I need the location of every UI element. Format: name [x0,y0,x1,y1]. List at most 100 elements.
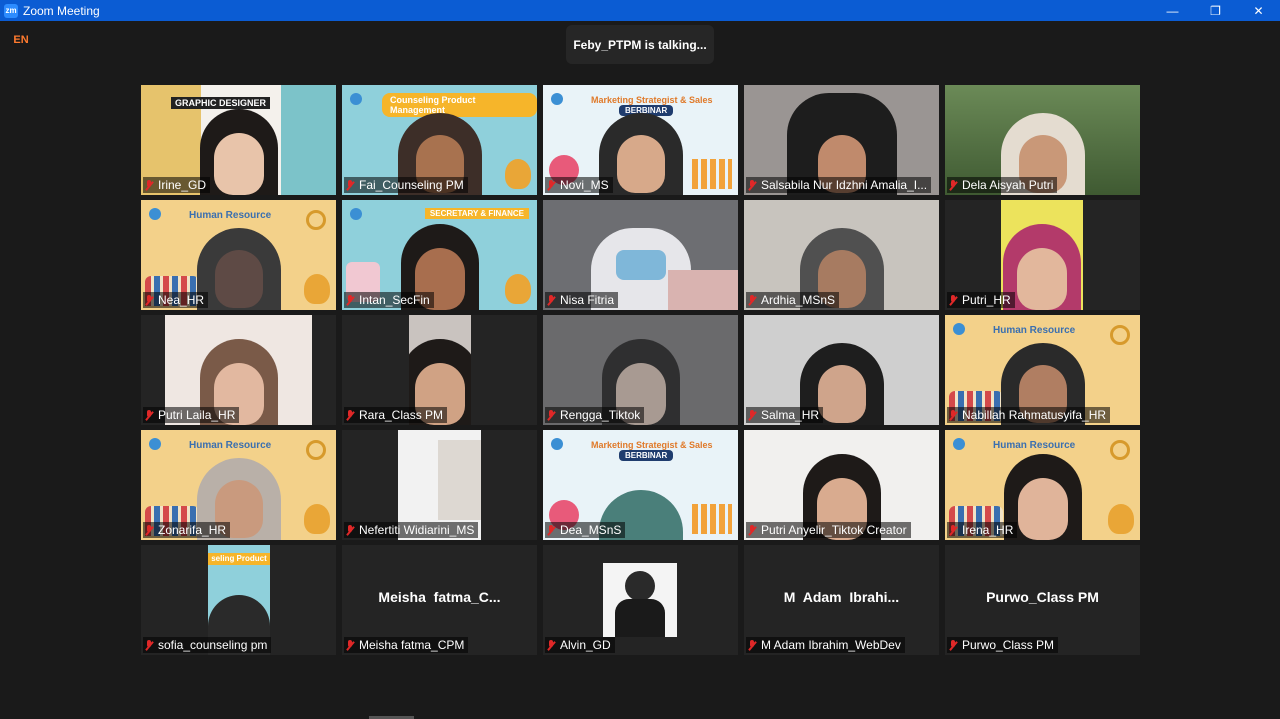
name-label: Ardhia_MSnS [746,292,840,308]
mic-muted-icon [145,409,153,421]
berbinar-logo-icon [953,438,965,450]
participant-name: Alvin_GD [560,638,611,652]
participant-tile[interactable]: Salsabila Nur Idzhni Amalia_I... [744,85,939,195]
mic-muted-icon [346,294,354,306]
name-label: Nea_HR [143,292,209,308]
berbinar-logo-icon [350,93,362,105]
mic-muted-icon [748,524,756,536]
name-label: Rengga_Tiktok [545,407,645,423]
participant-tile[interactable]: Alvin_GD [543,545,738,655]
participant-tile[interactable]: Human Resource Zonarifa_HR [141,430,336,540]
participant-name: Salma_HR [761,408,820,422]
participant-tile[interactable]: SECRETARY & FINANCE Intan_SecFin [342,200,537,310]
close-button[interactable]: ✕ [1237,0,1280,21]
participant-name: Putri_HR [962,293,1011,307]
participant-name: Irine_GD [158,178,207,192]
participant-tile[interactable]: Human Resource Nabillah Rahmatusyifa_HR [945,315,1140,425]
magnifier-icon [1110,325,1130,345]
participant-tile[interactable]: Rengga_Tiktok [543,315,738,425]
face-shape [214,250,263,308]
participant-tile[interactable]: Purwo_Class PM Purwo_Class PM [945,545,1140,655]
mic-muted-icon [346,639,354,651]
banner-text: Human Resource [993,440,1076,451]
participant-display-name: Purwo_Class PM [986,589,1099,605]
name-label: Rara_Class PM [344,407,448,423]
face-shape [1017,478,1068,540]
participant-name: Putri Anyelir_Tiktok Creator [761,523,907,537]
participant-tile[interactable]: Ardhia_MSnS [744,200,939,310]
lion-mascot-icon [505,159,531,189]
name-label: Alvin_GD [545,637,615,653]
participant-name: Ardhia_MSnS [761,293,836,307]
berbinar-logo-icon [953,323,965,335]
participant-tile[interactable]: Nisa Fitria [543,200,738,310]
name-label: Dela Aisyah Putri [947,177,1058,193]
face-shape [616,135,665,193]
mic-muted-icon [949,639,957,651]
name-label: M Adam Ibrahim_WebDev [746,637,905,653]
language-interpretation-button[interactable]: EN [10,31,32,49]
magnifier-icon [306,440,326,460]
participant-name: Novi_MS [560,178,609,192]
participant-name: Rengga_Tiktok [560,408,641,422]
participant-tile[interactable]: M Adam Ibrahi... M Adam Ibrahim_WebDev [744,545,939,655]
berbinar-logo-icon [350,208,362,220]
participant-tile[interactable]: Salma_HR [744,315,939,425]
participant-tile[interactable]: Marketing Strategist & Sales BERBINAR No… [543,85,738,195]
lion-mascot-icon [1108,504,1134,534]
participant-tile[interactable]: Marketing Strategist & Sales BERBINAR De… [543,430,738,540]
magnifier-icon [306,210,326,230]
mic-muted-icon [346,524,354,536]
participant-tile[interactable]: Putri_HR [945,200,1140,310]
active-speaker-indicator: Feby_PTPM is talking... [566,25,714,64]
participant-tile[interactable]: Nefertiti Widiarini_MS [342,430,537,540]
participant-tile[interactable]: Counseling Product Management Fai_Counse… [342,85,537,195]
participant-tile[interactable]: Rara_Class PM [342,315,537,425]
face-shape [213,133,264,195]
name-label: Putri_HR [947,292,1015,308]
participant-tile[interactable]: GRAPHIC DESIGNER Irine_GD [141,85,336,195]
participant-tile[interactable]: Dela Aisyah Putri [945,85,1140,195]
banner-text: seling Product [208,553,270,565]
background-object [438,440,481,520]
gallery-grid: GRAPHIC DESIGNER Irine_GD Counseling Pro… [141,85,1140,655]
head-shape [625,571,655,601]
participant-tile[interactable]: seling Product sofia_counseling pm [141,545,336,655]
name-label: Novi_MS [545,177,613,193]
participant-tile[interactable]: Human Resource Nea_HR [141,200,336,310]
participant-name: Purwo_Class PM [962,638,1055,652]
chart-icon [692,504,732,534]
participant-tile[interactable]: Putri Anyelir_Tiktok Creator [744,430,939,540]
background-object [668,270,738,310]
name-label: Putri Laila_HR [143,407,240,423]
banner-text: Human Resource [993,325,1076,336]
name-label: Putri Anyelir_Tiktok Creator [746,522,911,538]
lion-mascot-icon [304,274,330,304]
participant-name: sofia_counseling pm [158,638,268,652]
mic-muted-icon [748,179,756,191]
participant-tile[interactable]: Meisha fatma_C... Meisha fatma_CPM [342,545,537,655]
mic-muted-icon [748,409,756,421]
lion-mascot-icon [505,274,531,304]
berbinar-logo-icon [149,438,161,450]
participant-display-name: M Adam Ibrahi... [783,589,900,605]
restore-button[interactable]: ❐ [1194,0,1237,21]
banner-text: Human Resource [189,440,272,451]
zoom-app-icon: zm [4,3,18,18]
mic-muted-icon [145,179,153,191]
minimize-button[interactable]: — [1151,0,1194,21]
participant-name: Rara_Class PM [359,408,444,422]
banner-text: GRAPHIC DESIGNER [171,97,271,109]
participant-tile[interactable]: Putri Laila_HR [141,315,336,425]
berbinar-logo-icon [551,93,563,105]
name-label: Nefertiti Widiarini_MS [344,522,479,538]
participant-tile[interactable]: Human Resource Irena_HR [945,430,1140,540]
berbinar-badge: BERBINAR [619,450,674,461]
window-controls: — ❐ ✕ [1151,0,1280,21]
mic-muted-icon [547,524,555,536]
participant-name: Dea_MSnS [560,523,622,537]
mic-muted-icon [949,179,957,191]
participant-name: Nisa Fitria [560,293,615,307]
participant-name: Nea_HR [158,293,205,307]
name-label: Dea_MSnS [545,522,626,538]
